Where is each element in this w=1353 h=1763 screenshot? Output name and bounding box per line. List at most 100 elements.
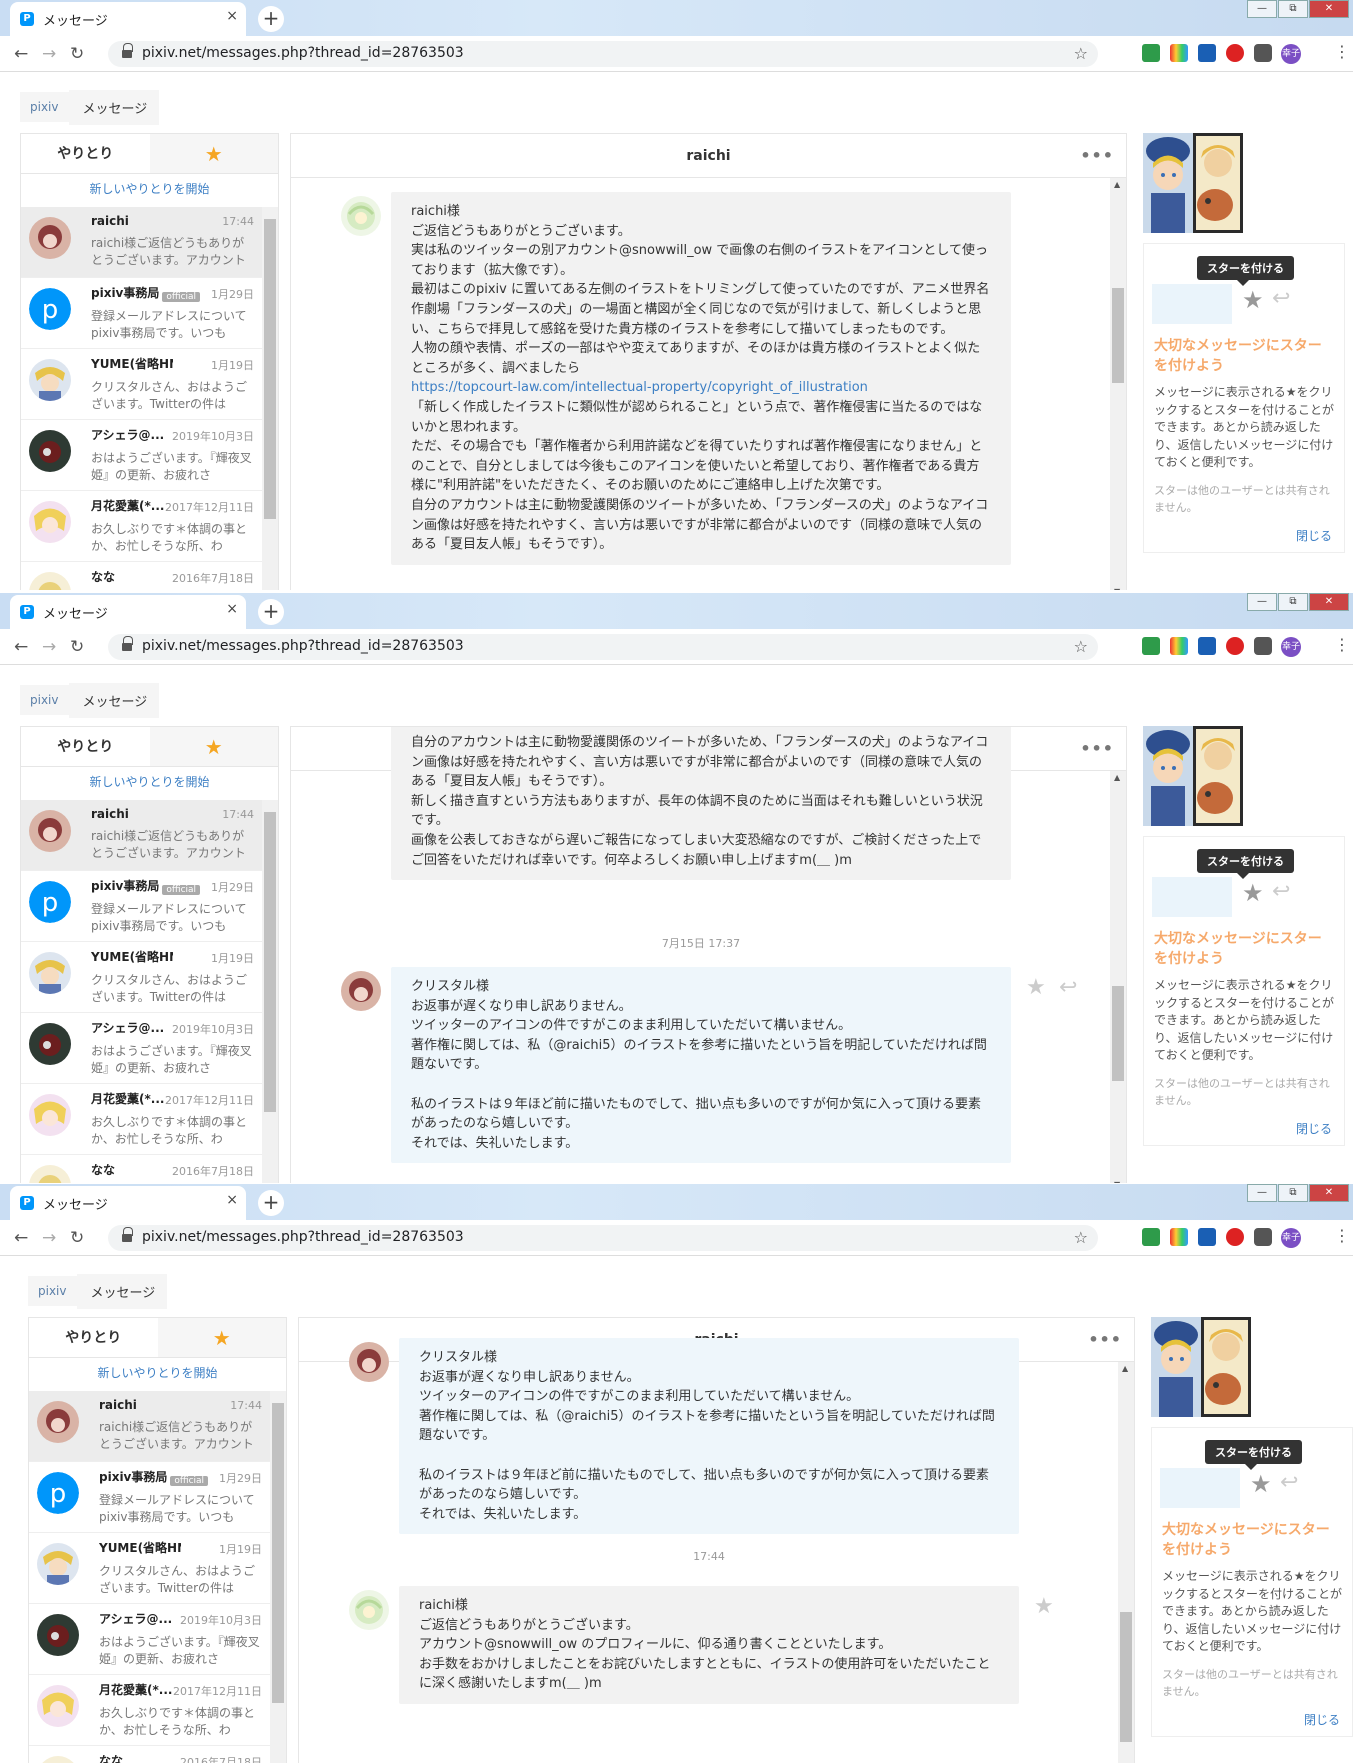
minimize-icon[interactable]: — <box>1247 593 1277 611</box>
omnibox[interactable]: pixiv.net/messages.php?thread_id=2876350… <box>108 634 1098 660</box>
thread-item[interactable]: アシェラ@... 2019年10月3日 おはようございます。『輝夜叉姫』の更新、お疲… <box>21 420 262 491</box>
message-avatar[interactable] <box>349 1342 389 1382</box>
thread-item[interactable]: なな2016年7月18日お返事遅くなってしまいまし <box>21 562 262 590</box>
scroll-up-icon[interactable]: ▲ <box>1114 180 1120 189</box>
profile-avatar[interactable]: 幸子 <box>1281 44 1301 64</box>
new-tab-button[interactable]: + <box>258 6 284 32</box>
color-extension-icon[interactable] <box>1170 1228 1188 1246</box>
window-close-icon[interactable]: ✕ <box>1309 1184 1349 1202</box>
puzzle-icon[interactable] <box>1254 1228 1272 1246</box>
more-options-icon[interactable]: ••• <box>1080 727 1114 771</box>
new-thread-link[interactable]: 新しいやりとりを開始 <box>21 174 278 204</box>
thread-item[interactable]: 月花愛藁(*... 2017年12月11日 お久しぶりです＊体調の事とか、お忙しそう… <box>21 491 262 562</box>
browser-tab[interactable]: P メッセージ × <box>10 595 246 629</box>
star-tip-close-link[interactable]: 閉じる <box>1296 1120 1332 1137</box>
reload-icon[interactable]: ↻ <box>70 637 84 657</box>
browser-menu-icon[interactable]: ⋮ <box>1334 1226 1350 1245</box>
search-extension-icon[interactable] <box>1198 1228 1216 1246</box>
shield-extension-icon[interactable] <box>1142 44 1160 62</box>
message-scrollbar[interactable]: ▲ ▼ <box>1118 1362 1134 1763</box>
reply-icon[interactable]: ↩ <box>1280 1470 1298 1495</box>
scroll-down-icon[interactable]: ▼ <box>1114 1180 1120 1183</box>
illustration-thumb-right[interactable] <box>1201 1317 1251 1417</box>
tab-starred[interactable]: ★ <box>149 134 278 173</box>
tab-close-icon[interactable]: × <box>226 8 238 24</box>
thread-item[interactable]: なな2016年7月18日お返事遅くなってしまいまし <box>21 1155 262 1183</box>
minimize-icon[interactable]: — <box>1247 1184 1277 1202</box>
new-thread-link[interactable]: 新しいやりとりを開始 <box>21 767 278 797</box>
browser-tab[interactable]: P メッセージ × <box>10 2 246 36</box>
url-text[interactable]: pixiv.net/messages.php?thread_id=2876350… <box>142 45 464 61</box>
tab-exchange[interactable]: やりとり <box>29 1318 158 1357</box>
forward-arrow-icon[interactable]: → <box>42 1228 56 1248</box>
reload-icon[interactable]: ↻ <box>70 1228 84 1248</box>
new-thread-link[interactable]: 新しいやりとりを開始 <box>29 1358 286 1388</box>
bookmark-star-icon[interactable]: ☆ <box>1074 637 1088 656</box>
tab-exchange[interactable]: やりとり <box>21 134 150 173</box>
breadcrumb-home[interactable]: pixiv <box>28 1276 77 1306</box>
message-star-icon[interactable]: ★ <box>1034 1594 1054 1619</box>
tab-exchange[interactable]: やりとり <box>21 727 150 766</box>
thread-item[interactable]: raichi 17:44 raichi様ご返信どうもありがとうございます。アカウント <box>21 207 262 278</box>
search-extension-icon[interactable] <box>1198 44 1216 62</box>
thread-item[interactable]: YUME(省略HN:Y) 1月19日クリスタルさん、おはようございます。Twitt… <box>29 1533 270 1604</box>
breadcrumb-home[interactable]: pixiv <box>20 685 69 715</box>
illustration-thumb-right[interactable] <box>1193 133 1243 233</box>
thread-scrollbar[interactable] <box>262 800 278 1183</box>
scroll-up-icon[interactable]: ▲ <box>1122 1364 1128 1373</box>
message-scroll-thumb[interactable] <box>1112 288 1124 383</box>
more-options-icon[interactable]: ••• <box>1088 1318 1122 1362</box>
tab-close-icon[interactable]: × <box>226 1192 238 1208</box>
reply-icon[interactable]: ↩ <box>1272 286 1290 311</box>
message-scroll-thumb[interactable] <box>1120 1612 1132 1742</box>
tab-close-icon[interactable]: × <box>226 601 238 617</box>
maximize-icon[interactable]: ⧉ <box>1278 593 1308 611</box>
message-avatar[interactable] <box>341 971 381 1011</box>
color-extension-icon[interactable] <box>1170 637 1188 655</box>
browser-tab[interactable]: P メッセージ × <box>10 1186 246 1220</box>
shield-extension-icon[interactable] <box>1142 1228 1160 1246</box>
bookmark-star-icon[interactable]: ☆ <box>1074 44 1088 63</box>
scroll-up-icon[interactable]: ▲ <box>1114 773 1120 782</box>
illustration-thumb-right[interactable] <box>1193 726 1243 826</box>
star-icon[interactable]: ★ <box>1250 1470 1272 1498</box>
tab-starred[interactable]: ★ <box>157 1318 286 1357</box>
window-close-icon[interactable]: ✕ <box>1309 0 1349 18</box>
url-text[interactable]: pixiv.net/messages.php?thread_id=2876350… <box>142 1229 464 1245</box>
omnibox[interactable]: pixiv.net/messages.php?thread_id=2876350… <box>108 41 1098 67</box>
message-avatar[interactable] <box>341 196 381 236</box>
thread-item[interactable]: なな2016年7月18日お返事遅くなってしまいまし <box>29 1746 270 1763</box>
thread-scroll-thumb[interactable] <box>264 219 276 519</box>
back-arrow-icon[interactable]: ← <box>14 637 28 657</box>
forward-arrow-icon[interactable]: → <box>42 637 56 657</box>
reply-icon[interactable]: ↩ <box>1272 879 1290 904</box>
scroll-down-icon[interactable]: ▼ <box>1114 587 1120 590</box>
message-reply-icon[interactable]: ↩ <box>1059 975 1077 1000</box>
red-extension-icon[interactable] <box>1226 1228 1244 1246</box>
thread-item[interactable]: 月花愛藁(*... 2017年12月11日 お久しぶりです＊体調の事とか、お忙しそう… <box>21 1084 262 1155</box>
minimize-icon[interactable]: — <box>1247 0 1277 18</box>
thread-scroll-thumb[interactable] <box>272 1403 284 1703</box>
illustration-thumb-left[interactable] <box>1143 726 1193 826</box>
message-scroll-thumb[interactable] <box>1112 986 1124 1081</box>
back-arrow-icon[interactable]: ← <box>14 44 28 64</box>
bookmark-star-icon[interactable]: ☆ <box>1074 1228 1088 1247</box>
color-extension-icon[interactable] <box>1170 44 1188 62</box>
tab-starred[interactable]: ★ <box>149 727 278 766</box>
new-tab-button[interactable]: + <box>258 599 284 625</box>
star-icon[interactable]: ★ <box>1242 879 1264 907</box>
red-extension-icon[interactable] <box>1226 637 1244 655</box>
maximize-icon[interactable]: ⧉ <box>1278 1184 1308 1202</box>
thread-scroll-thumb[interactable] <box>264 812 276 1112</box>
forward-arrow-icon[interactable]: → <box>42 44 56 64</box>
shield-extension-icon[interactable] <box>1142 637 1160 655</box>
thread-item[interactable]: YUME(省略HN:Y) 1月19日クリスタルさん、おはようございます。Twitt… <box>21 942 262 1013</box>
search-extension-icon[interactable] <box>1198 637 1216 655</box>
thread-item[interactable]: 月花愛藁(*... 2017年12月11日 お久しぶりです＊体調の事とか、お忙しそう… <box>29 1675 270 1746</box>
thread-item[interactable]: YUME(省略HN:Y) 1月19日クリスタルさん、おはようございます。Twitt… <box>21 349 262 420</box>
omnibox[interactable]: pixiv.net/messages.php?thread_id=2876350… <box>108 1225 1098 1251</box>
browser-menu-icon[interactable]: ⋮ <box>1334 635 1350 654</box>
profile-avatar[interactable]: 幸子 <box>1281 637 1301 657</box>
thread-item[interactable]: p pixiv事務局 official 1月29日 登録メールアドレスについてpixiv… <box>29 1462 270 1533</box>
url-text[interactable]: pixiv.net/messages.php?thread_id=2876350… <box>142 638 464 654</box>
